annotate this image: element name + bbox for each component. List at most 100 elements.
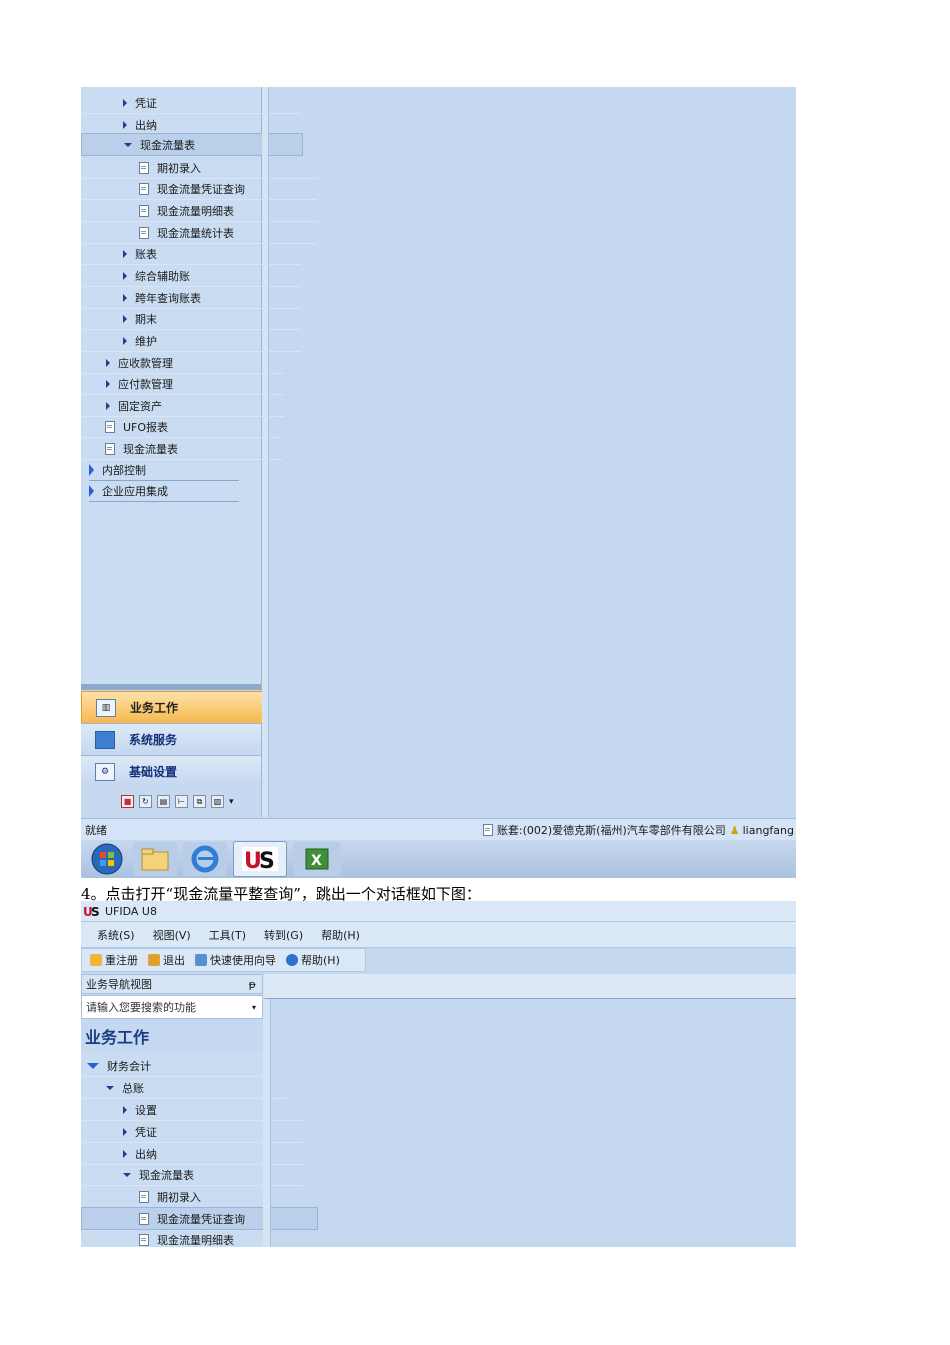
expand-arrow-icon: [123, 314, 127, 323]
status-bar: 就绪 账套:(002)爱德克斯(福州)汽车零部件有限公司 ♟ liangfang: [81, 818, 796, 841]
document-icon: [139, 1212, 149, 1225]
exit-icon: [148, 954, 160, 966]
pin-icon[interactable]: ᵽ: [249, 978, 256, 991]
tree-item-ufo-report[interactable]: UFO报表: [81, 416, 283, 438]
expand-arrow-icon: [106, 358, 110, 367]
tree-item-cashflow-detail[interactable]: 现金流量明细表: [81, 1229, 319, 1247]
tree-item-cashflow-detail[interactable]: 现金流量明细表: [81, 200, 317, 222]
document-icon: [105, 442, 115, 455]
exit-button[interactable]: 退出: [148, 952, 185, 968]
tree-item-fixed-assets[interactable]: 固定资产: [81, 395, 284, 417]
collapse-arrow-icon: [123, 1172, 131, 1177]
tree-item-general-ledger[interactable]: 总账: [81, 1077, 286, 1099]
collapse-arrow-icon: [124, 142, 132, 147]
svg-text:S: S: [91, 905, 100, 918]
expand-arrow-icon: [89, 484, 94, 497]
navigation-tree: 凭证 出纳 现金流量表 期初录入 现金流量凭证查询 现金流量明细表 现金流量统计…: [81, 87, 317, 817]
system-service-panel-button[interactable]: 系统服务: [81, 723, 261, 755]
status-account-text: 账套:(002)爱德克斯(福州)汽车零部件有限公司: [496, 824, 726, 837]
taskbar-ie[interactable]: [183, 842, 227, 876]
status-ready-text: 就绪: [85, 824, 107, 837]
expand-arrow-icon: [123, 336, 127, 345]
tree-item-opening-entry[interactable]: 期初录入: [81, 1186, 319, 1208]
expand-arrow-icon: [123, 120, 127, 129]
red-square-icon[interactable]: ■: [121, 795, 134, 808]
menu-goto[interactable]: 转到(G): [264, 927, 303, 943]
tree-item-financial-accounting[interactable]: 财务会计: [81, 1055, 267, 1077]
document-icon: [139, 226, 149, 239]
wizard-icon: [195, 954, 207, 966]
document-icon: [139, 1190, 149, 1203]
menu-system[interactable]: 系统(S): [97, 927, 135, 943]
folder-icon: [141, 848, 169, 871]
tree-item-cashflow-voucher-query[interactable]: 现金流量凭证查询: [81, 1207, 318, 1230]
tree-item-payables[interactable]: 应付款管理: [81, 373, 284, 395]
start-button[interactable]: [87, 842, 127, 876]
nav-section-title: 业务工作: [85, 1028, 150, 1047]
menu-bar: 系统(S) 视图(V) 工具(T) 转到(G) 帮助(H): [81, 922, 796, 948]
top-screenshot: 凭证 出纳 现金流量表 期初录入 现金流量凭证查询 现金流量明细表 现金流量统计…: [81, 87, 796, 878]
tree-group-internal-control[interactable]: 内部控制: [89, 459, 239, 481]
relogin-button[interactable]: 重注册: [90, 952, 138, 968]
collapse-arrow-icon: [87, 1062, 99, 1069]
document-icon: [139, 161, 149, 174]
expand-arrow-icon: [106, 379, 110, 388]
taskbar-explorer[interactable]: [133, 842, 177, 876]
quick-wizard-button[interactable]: 快速使用向导: [195, 952, 276, 968]
tree-item-opening-entry[interactable]: 期初录入: [81, 157, 317, 179]
expand-arrow-icon: [89, 463, 94, 476]
table-icon[interactable]: ▤: [157, 795, 170, 808]
ufida-logo-icon: US: [83, 905, 100, 918]
dropdown-arrow-icon[interactable]: ▾: [252, 1003, 256, 1012]
nav-view-header: 业务导航视图 ᵽ: [81, 974, 263, 994]
bottom-screenshot: US UFIDA U8 系统(S) 视图(V) 工具(T) 转到(G) 帮助(H…: [81, 901, 796, 1247]
expand-arrow-icon: [123, 1105, 127, 1114]
tree-group-enterprise-integration[interactable]: 企业应用集成: [89, 480, 239, 502]
tree-item-cashflow-summary[interactable]: 现金流量统计表: [81, 222, 317, 244]
splitter[interactable]: [263, 974, 271, 1247]
document-icon: [139, 204, 149, 217]
help-button[interactable]: 帮助(H): [286, 952, 340, 968]
title-bar: US UFIDA U8: [81, 901, 796, 922]
overflow-arrow-icon[interactable]: ▾: [229, 797, 234, 807]
tree-icon[interactable]: ⊢: [175, 795, 188, 808]
expand-arrow-icon: [106, 401, 110, 410]
internet-explorer-icon: [191, 845, 219, 873]
menu-tools[interactable]: 工具(T): [209, 927, 246, 943]
panel-shortcut-strip: ■ ↻ ▤ ⊢ ⧉ ▧ ▾: [81, 786, 261, 817]
tree-item-cashflow-report[interactable]: 现金流量表: [81, 438, 283, 460]
expand-arrow-icon: [123, 293, 127, 302]
business-work-panel-button[interactable]: ▥ 业务工作: [81, 691, 263, 724]
gear-icon: ⚙: [95, 762, 115, 781]
menu-help[interactable]: 帮助(H): [321, 927, 360, 943]
svg-text:S: S: [259, 849, 275, 873]
document-icon: [139, 1233, 149, 1246]
document-icon: [105, 420, 115, 433]
status-user-text: liangfang: [742, 823, 794, 837]
tree-item-cashflow-voucher-query[interactable]: 现金流量凭证查询: [81, 178, 317, 200]
basic-settings-panel-button[interactable]: ⚙ 基础设置: [81, 755, 261, 787]
taskbar-excel[interactable]: X: [293, 842, 341, 876]
relogin-icon: [90, 954, 102, 966]
help-icon: [286, 954, 298, 966]
expand-arrow-icon: [123, 271, 127, 280]
panel-resize-grip[interactable]: [81, 684, 261, 690]
tree-item-cashflow-folder[interactable]: 现金流量表: [81, 133, 303, 156]
expand-arrow-icon: [123, 1149, 127, 1158]
navigation-tree: 财务会计 总账 设置 凭证 出纳 现金流量表 期初录入 现金流量凭证查询 现金流…: [81, 1051, 319, 1247]
account-document-icon: [482, 824, 493, 836]
image-icon[interactable]: ▧: [211, 795, 224, 808]
svg-text:X: X: [311, 853, 322, 869]
splitter[interactable]: [262, 87, 269, 817]
function-search-input[interactable]: 请输入您要搜索的功能 ▾: [81, 995, 263, 1019]
bar-chart-icon: ▥: [96, 698, 116, 717]
tree-item-receivables[interactable]: 应收款管理: [81, 352, 284, 374]
ufida-logo-icon: US: [242, 847, 278, 873]
windows-icon[interactable]: ⧉: [193, 795, 206, 808]
menu-view[interactable]: 视图(V): [153, 927, 191, 943]
sync-icon[interactable]: ↻: [139, 795, 152, 808]
user-icon: ♟: [729, 823, 740, 837]
taskbar-u8[interactable]: US: [233, 841, 287, 877]
expand-arrow-icon: [123, 249, 127, 258]
document-icon: [139, 182, 149, 195]
